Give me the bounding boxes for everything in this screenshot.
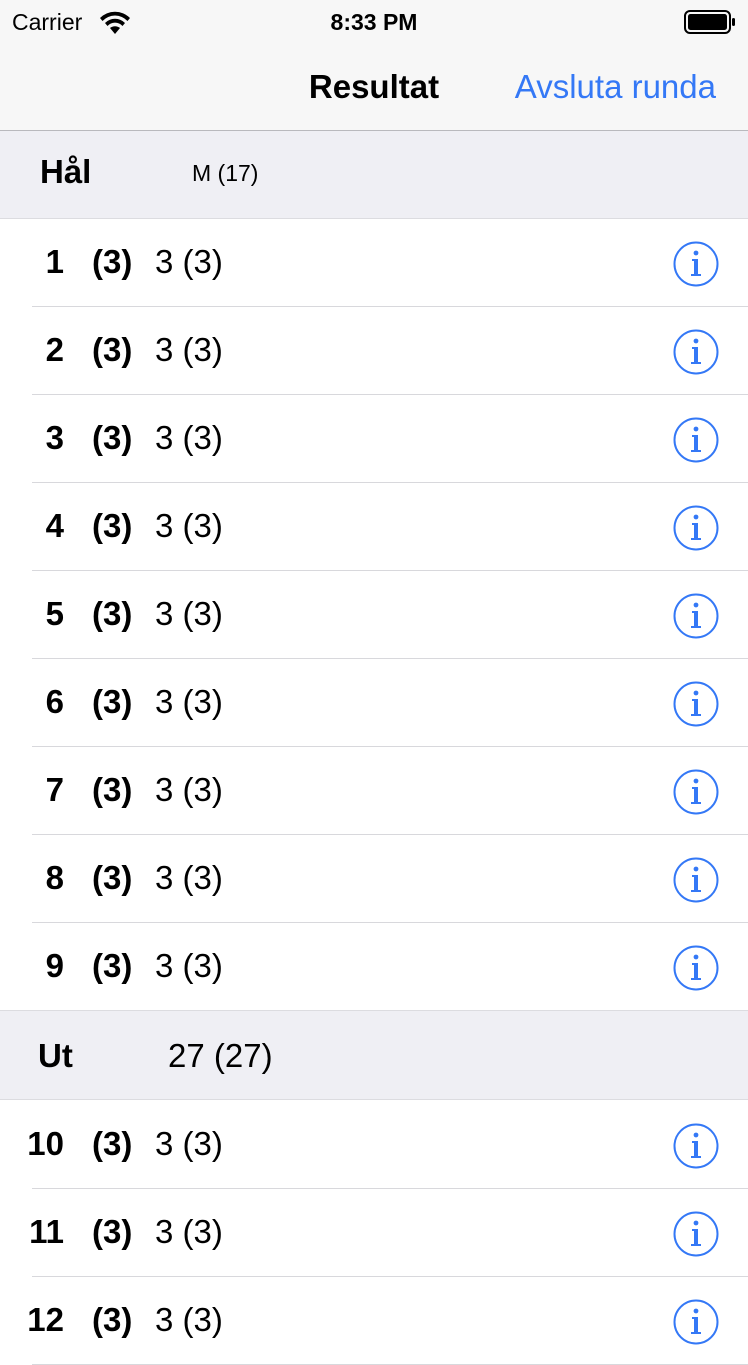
- table-row[interactable]: 12 (3) 3 (3): [0, 1277, 748, 1365]
- info-circle-icon[interactable]: [673, 1211, 719, 1257]
- hole-score: 3 (3): [155, 683, 223, 720]
- hole-par: (3): [92, 683, 133, 720]
- section-header-holes: Hål M (17): [0, 131, 748, 219]
- table-row[interactable]: 3 (3) 3 (3): [0, 395, 748, 483]
- info-circle-icon[interactable]: [673, 769, 719, 815]
- hole-number: 7: [45, 771, 64, 808]
- section-header-label: Hål: [40, 153, 92, 190]
- table-row[interactable]: 4 (3) 3 (3): [0, 483, 748, 571]
- table-row[interactable]: 1 (3) 3 (3): [0, 219, 748, 307]
- table-row[interactable]: 10 (3) 3 (3): [0, 1101, 748, 1189]
- hole-number: 9: [45, 947, 64, 984]
- table-row[interactable]: 2 (3) 3 (3): [0, 307, 748, 395]
- hole-score: 3 (3): [155, 859, 223, 896]
- hole-par: (3): [92, 1213, 133, 1250]
- hole-number: 8: [45, 859, 64, 896]
- hole-score: 3 (3): [155, 1213, 223, 1250]
- hole-par: (3): [92, 507, 133, 544]
- info-circle-icon[interactable]: [673, 505, 719, 551]
- hole-number: 12: [27, 1301, 64, 1338]
- hole-par: (3): [92, 243, 133, 280]
- front-nine-list: 1 (3) 3 (3) 2 (3) 3 (3) 3 (3) 3 (3) 4 (3…: [0, 219, 748, 1011]
- info-circle-icon[interactable]: [673, 241, 719, 287]
- hole-number: 5: [45, 595, 64, 632]
- status-time: 8:33 PM: [330, 9, 418, 35]
- hole-score: 3 (3): [155, 1125, 223, 1162]
- info-circle-icon[interactable]: [673, 681, 719, 727]
- table-row[interactable]: 7 (3) 3 (3): [0, 747, 748, 835]
- section-header-value: M (17): [192, 160, 259, 186]
- hole-number: 1: [45, 243, 64, 280]
- info-circle-icon[interactable]: [673, 593, 719, 639]
- hole-score: 3 (3): [155, 243, 223, 280]
- info-circle-icon[interactable]: [673, 1123, 719, 1169]
- hole-score: 3 (3): [155, 419, 223, 456]
- hole-number: 10: [27, 1125, 64, 1162]
- table-row[interactable]: 11 (3) 3 (3): [0, 1189, 748, 1277]
- hole-score: 3 (3): [155, 331, 223, 368]
- hole-number: 4: [45, 507, 64, 544]
- section-header-out: Ut 27 (27): [0, 1010, 748, 1100]
- hole-par: (3): [92, 947, 133, 984]
- hole-par: (3): [92, 331, 133, 368]
- hole-par: (3): [92, 771, 133, 808]
- info-circle-icon[interactable]: [673, 417, 719, 463]
- hole-number: 3: [45, 419, 64, 456]
- section-header-label: Ut: [38, 1037, 73, 1074]
- status-bar: Carrier 8:33 PM: [0, 0, 748, 44]
- info-circle-icon[interactable]: [673, 857, 719, 903]
- table-row[interactable]: 5 (3) 3 (3): [0, 571, 748, 659]
- table-row[interactable]: 8 (3) 3 (3): [0, 835, 748, 923]
- hole-score: 3 (3): [155, 1301, 223, 1338]
- info-circle-icon[interactable]: [673, 329, 719, 375]
- hole-score: 3 (3): [155, 947, 223, 984]
- table-row[interactable]: 6 (3) 3 (3): [0, 659, 748, 747]
- hole-score: 3 (3): [155, 771, 223, 808]
- info-circle-icon[interactable]: [673, 945, 719, 991]
- back-nine-list: 10 (3) 3 (3) 11 (3) 3 (3) 12 (3) 3 (3): [0, 1101, 748, 1365]
- navigation-bar: Resultat Avsluta runda: [0, 44, 748, 131]
- hole-score: 3 (3): [155, 595, 223, 632]
- table-row[interactable]: 9 (3) 3 (3): [0, 923, 748, 1011]
- hole-par: (3): [92, 419, 133, 456]
- hole-par: (3): [92, 859, 133, 896]
- end-round-button[interactable]: Avsluta runda: [515, 68, 716, 106]
- info-circle-icon[interactable]: [673, 1299, 719, 1345]
- battery-icon: [684, 10, 735, 34]
- hole-par: (3): [92, 1125, 133, 1162]
- hole-score: 3 (3): [155, 507, 223, 544]
- hole-par: (3): [92, 1301, 133, 1338]
- hole-number: 2: [45, 331, 64, 368]
- section-header-total: 27 (27): [168, 1037, 273, 1074]
- hole-par: (3): [92, 595, 133, 632]
- hole-number: 6: [45, 683, 64, 720]
- hole-number: 11: [29, 1213, 64, 1250]
